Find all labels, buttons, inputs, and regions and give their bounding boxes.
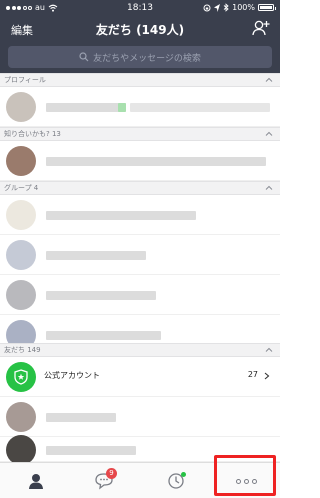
app-header: au 18:13 100% 編集 友だち (149人) 友だちやメッセージの検索 [0, 0, 280, 80]
bluetooth-icon [223, 3, 229, 12]
section-groups-label: グループ 4 [4, 184, 39, 192]
section-groups-header[interactable]: グループ 4 [0, 181, 280, 195]
group-row[interactable] [0, 235, 280, 275]
official-accounts-label: 公式アカウント [44, 371, 100, 380]
avatar[interactable] [6, 146, 36, 176]
official-account-shield-icon [6, 362, 36, 392]
official-accounts-count: 27 [247, 370, 258, 379]
avatar[interactable] [6, 435, 36, 465]
tab-friends[interactable] [8, 463, 64, 498]
avatar[interactable] [6, 402, 36, 432]
blurred-name [46, 211, 196, 220]
shield-star-icon [14, 369, 28, 385]
collapse-chevron-icon[interactable] [265, 76, 273, 84]
search-placeholder: 友だちやメッセージの検索 [93, 53, 201, 64]
blurred-message [130, 103, 270, 112]
blurred-status [118, 103, 126, 112]
tab-chats[interactable]: 9 [76, 463, 132, 498]
blurred-name [46, 331, 161, 340]
blurred-name [46, 446, 136, 455]
section-profile-label: プロフィール [4, 76, 46, 84]
collapse-chevron-icon[interactable] [265, 346, 273, 354]
official-accounts-row[interactable]: 公式アカウント 27 [0, 357, 280, 397]
section-profile-header[interactable]: プロフィール [0, 73, 280, 87]
blurred-name [46, 251, 146, 260]
status-right: 100% [203, 3, 276, 12]
collapse-chevron-icon[interactable] [265, 184, 273, 192]
person-icon [29, 474, 43, 489]
blurred-name [46, 413, 116, 422]
suggested-friend-row[interactable] [0, 141, 280, 181]
new-activity-dot [181, 472, 186, 477]
status-bar: au 18:13 100% [0, 0, 280, 16]
avatar[interactable] [6, 280, 36, 310]
profile-row[interactable] [0, 87, 280, 127]
section-suggested-header[interactable]: 知り合いかも? 13 [0, 127, 280, 141]
battery-icon [258, 4, 276, 11]
nav-bar: 編集 友だち (149人) [0, 18, 280, 40]
highlight-box [214, 455, 276, 496]
collapse-chevron-icon[interactable] [265, 130, 273, 138]
blurred-name [46, 103, 126, 112]
search-input[interactable]: 友だちやメッセージの検索 [8, 46, 272, 68]
blurred-name [46, 291, 156, 300]
avatar[interactable] [6, 200, 36, 230]
battery-percent: 100% [232, 3, 255, 12]
blurred-name [46, 157, 266, 166]
group-row[interactable] [0, 275, 280, 315]
page-title: 友だち (149人) [95, 23, 185, 37]
chevron-right-icon [264, 372, 270, 380]
location-icon [214, 3, 221, 12]
section-friends-label: 友だち 149 [4, 346, 41, 354]
rotation-lock-icon [203, 4, 211, 11]
add-friend-icon[interactable] [252, 19, 270, 37]
search-icon [79, 52, 89, 62]
section-suggested-label: 知り合いかも? 13 [4, 130, 61, 138]
group-row[interactable] [0, 195, 280, 235]
section-friends-header[interactable]: 友だち 149 [0, 343, 280, 357]
avatar[interactable] [6, 240, 36, 270]
unread-badge: 9 [106, 468, 117, 479]
avatar[interactable] [6, 92, 36, 122]
tab-timeline[interactable] [148, 463, 204, 498]
